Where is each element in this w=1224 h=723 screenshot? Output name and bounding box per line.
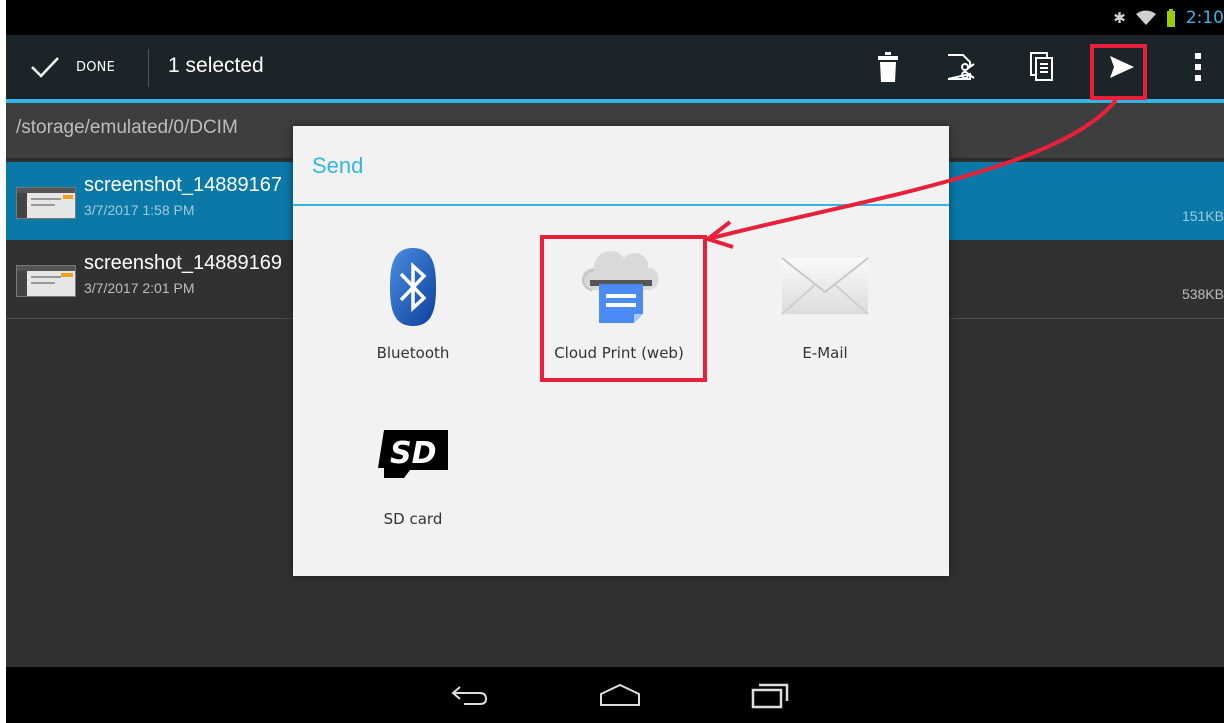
home-button[interactable] [590,677,650,713]
delete-icon [878,52,898,82]
delete-button[interactable] [868,47,908,87]
status-icons: ✱ 2:10 [1113,8,1224,28]
bluetooth-icon [390,248,436,326]
copy-button[interactable] [1022,47,1062,87]
send-button-highlight [1090,44,1147,100]
share-option-sd-card[interactable]: SD SD card [333,416,493,566]
share-option-label: Bluetooth [376,344,450,362]
file-thumbnail [16,265,76,297]
share-option-label: SD card [383,510,443,528]
dialog-title: Send [312,153,364,178]
file-date: 3/7/2017 1:58 PM [84,202,195,218]
file-size: 538KB [1181,286,1224,302]
share-option-email[interactable]: E-Mail [745,226,905,376]
overflow-menu-button[interactable] [1178,47,1218,87]
file-date: 3/7/2017 2:01 PM [84,280,195,296]
navigation-bar [6,667,1224,723]
copy-icon [1030,52,1053,81]
share-option-bluetooth[interactable]: Bluetooth [333,226,493,376]
cloud-print-highlight [540,235,707,382]
recent-apps-icon [751,683,789,709]
back-icon [451,686,488,705]
wifi-icon [1135,10,1156,25]
done-button[interactable]: DONE [6,35,142,99]
contextual-action-bar: DONE 1 selected [6,35,1224,99]
overflow-menu-icon [1195,53,1201,81]
checkmark-icon [31,57,59,78]
current-path: /storage/emulated/0/DCIM [16,117,238,138]
sd-card-icon: SD [378,430,448,478]
file-size: 151KB [1181,208,1224,224]
cut-button[interactable] [940,47,980,87]
file-name: screenshot_14889167 [84,174,282,196]
back-button[interactable] [440,677,500,713]
file-name: screenshot_14889169 [84,252,282,274]
action-bar-divider [148,49,149,87]
cut-icon [947,54,975,80]
done-label: DONE [76,59,115,75]
battery-icon [1166,9,1175,27]
home-icon [600,683,640,706]
svg-text:SD: SD [390,436,437,471]
clock: 2:10 [1185,8,1224,28]
email-icon [781,257,869,315]
share-option-label: E-Mail [802,344,848,362]
bluetooth-status-icon: ✱ [1113,9,1126,27]
file-thumbnail [16,187,76,219]
status-bar: ✱ 2:10 [6,0,1224,35]
selection-count: 1 selected [168,54,264,77]
recent-apps-button[interactable] [740,677,800,713]
dialog-title-divider [293,204,949,206]
